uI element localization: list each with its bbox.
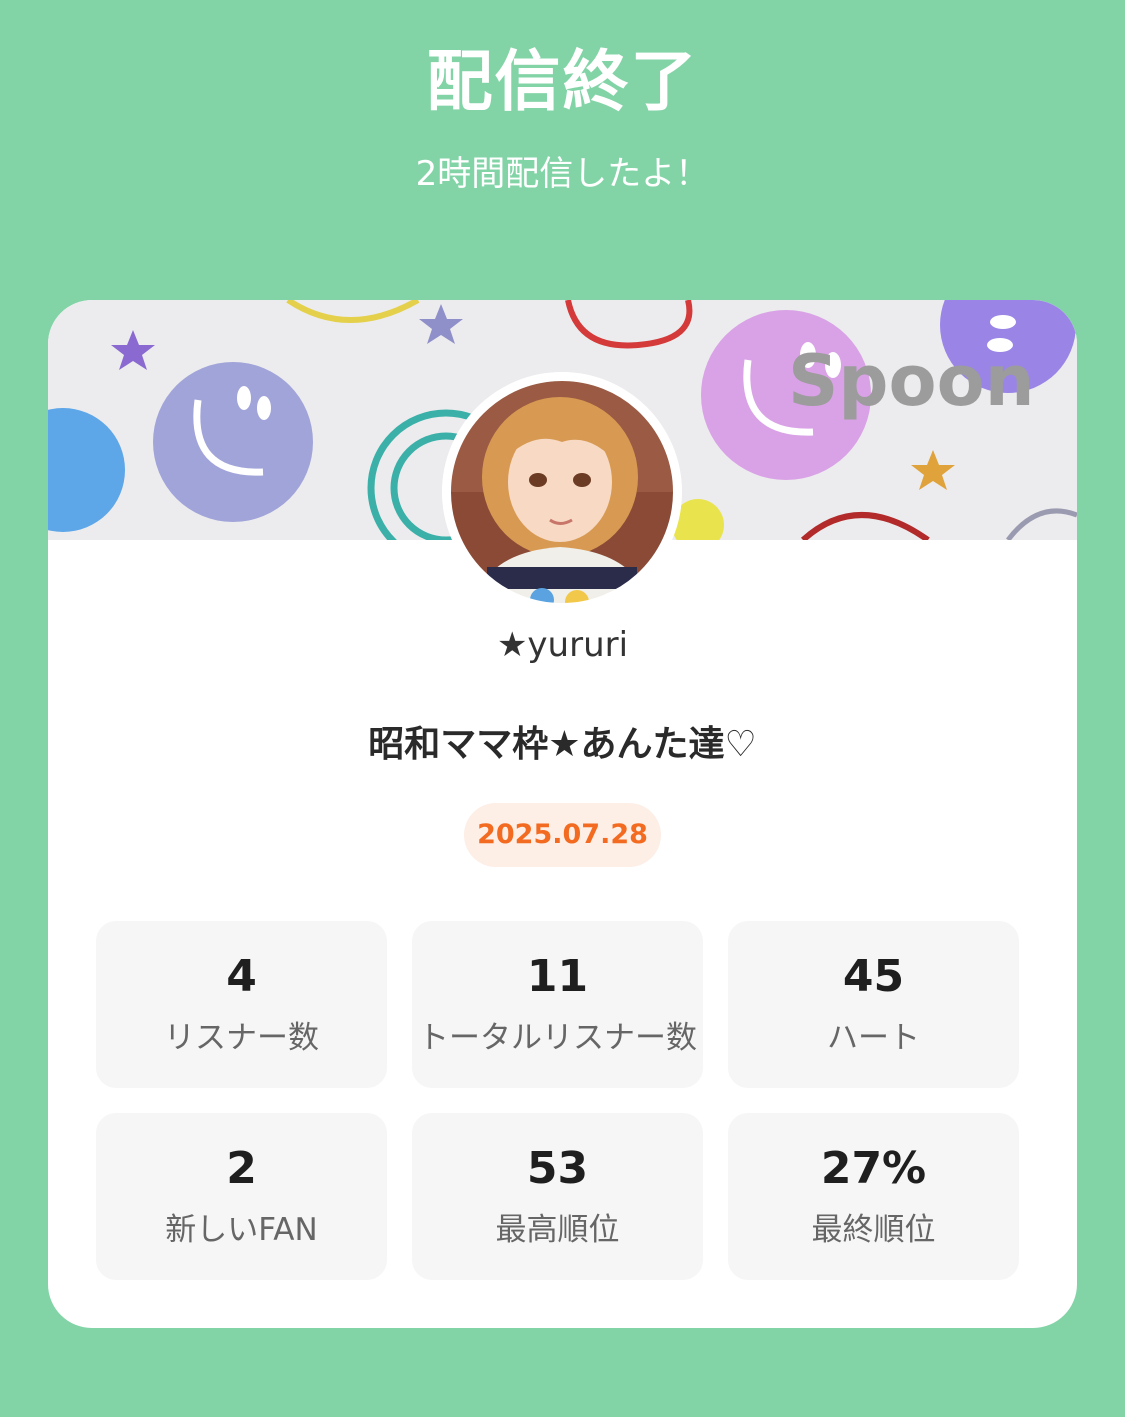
stat-value: 2 (226, 1143, 257, 1194)
stat-final-rank: 27% 最終順位 (728, 1113, 1019, 1280)
stat-highest-rank: 53 最高順位 (412, 1113, 703, 1280)
stat-value: 4 (226, 951, 257, 1002)
stat-label: 最高順位 (495, 1212, 620, 1248)
stat-hearts: 45 ハート (728, 921, 1019, 1088)
page-title: 配信終了 (426, 43, 699, 120)
stat-value: 27% (820, 1143, 927, 1194)
stat-label: リスナー数 (164, 1020, 319, 1056)
stat-value: 11 (526, 951, 589, 1002)
live-summary-card: Spoon ★yururi 昭和ママ枠★あんた達♡ 2025.07.28 4 リ… (48, 300, 1077, 1328)
avatar[interactable] (442, 372, 682, 612)
stat-label: ハート (827, 1020, 920, 1056)
stat-listeners: 4 リスナー数 (96, 921, 387, 1088)
stat-total-listeners: 11 トータルリスナー数 (412, 921, 703, 1088)
live-title: 昭和ママ枠★あんた達♡ (368, 724, 757, 765)
stat-value: 45 (842, 951, 905, 1002)
stat-value: 53 (526, 1143, 589, 1194)
page-subtitle: 2時間配信したよ！ (415, 154, 710, 194)
stat-label: 最終順位 (811, 1212, 936, 1248)
username: ★yururi (496, 625, 629, 665)
stat-new-fans: 2 新しいFAN (96, 1113, 387, 1280)
stat-label: 新しいFAN (165, 1212, 318, 1248)
spoon-watermark: Spoon (788, 340, 1035, 422)
date-badge: 2025.07.28 (464, 803, 661, 867)
stat-label: トータルリスナー数 (418, 1020, 697, 1056)
